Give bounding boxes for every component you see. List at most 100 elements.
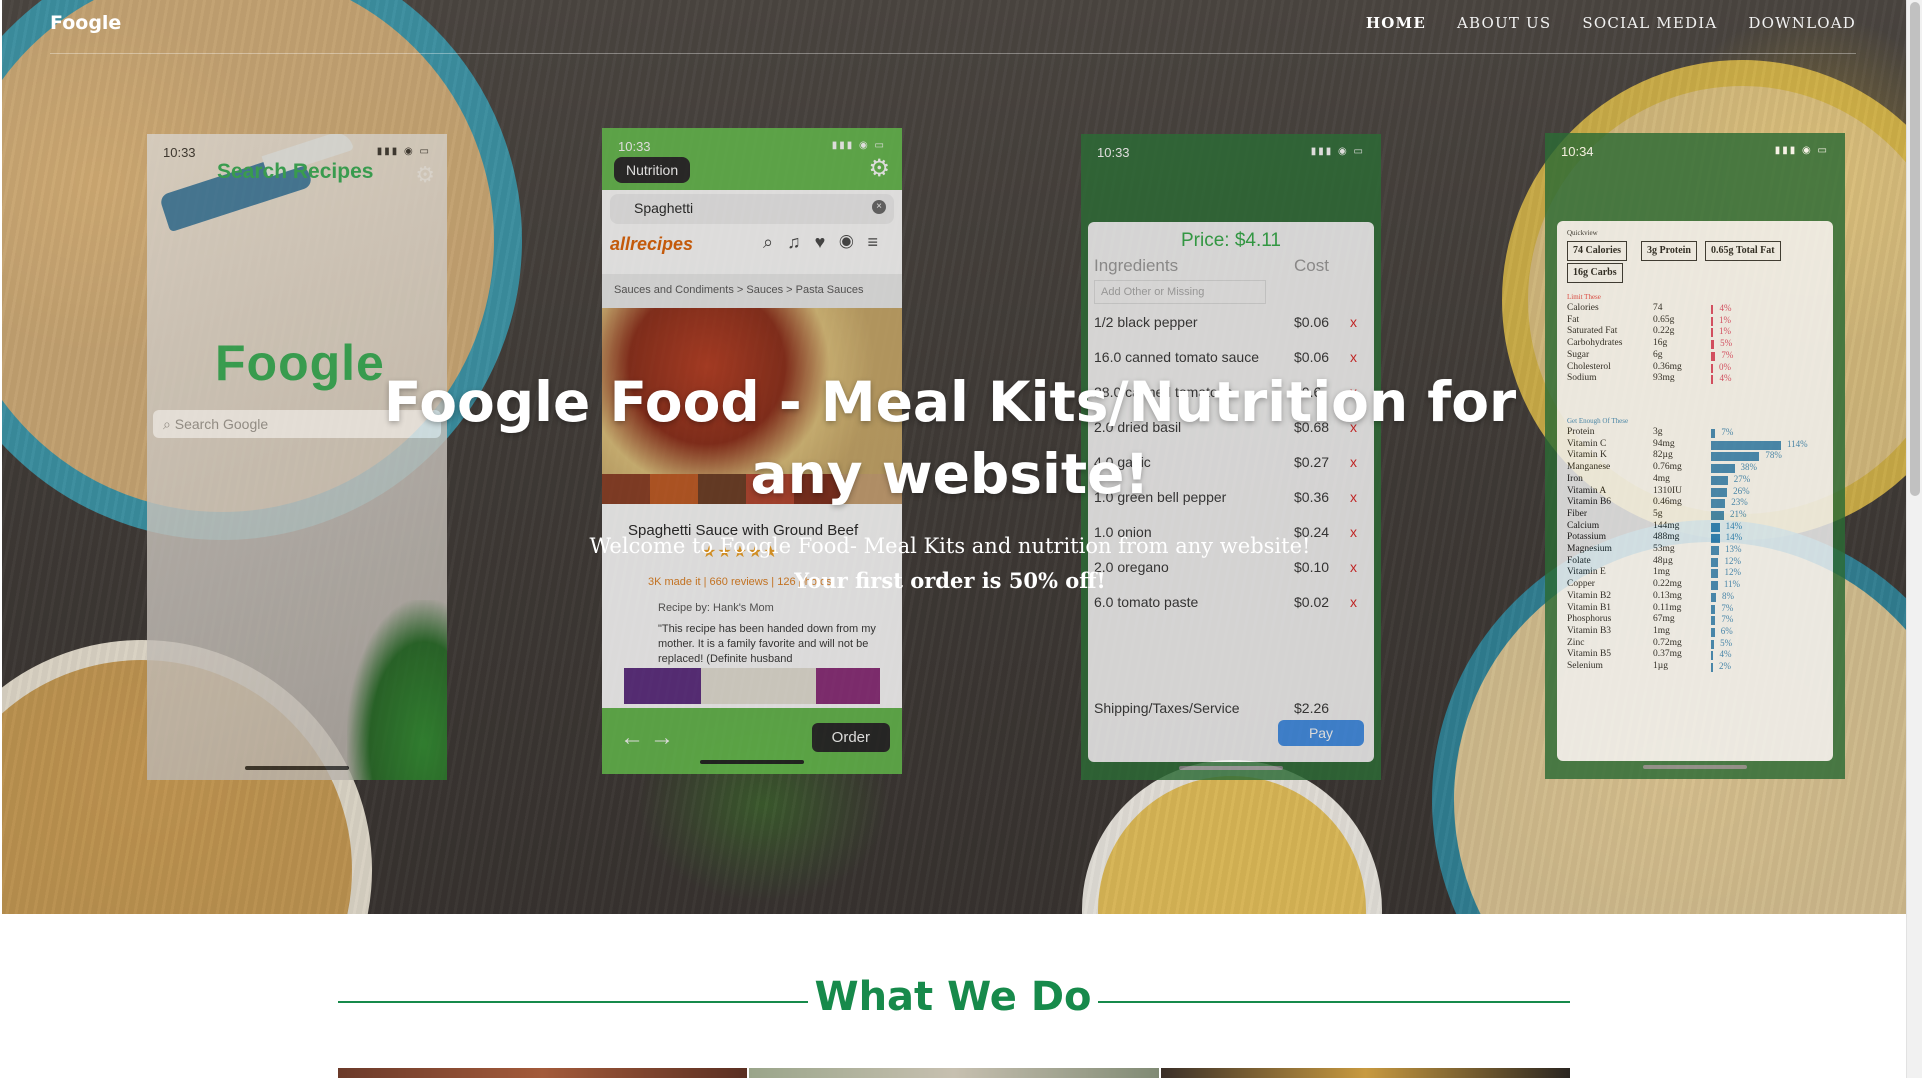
hero-offer: Your first order is 50% off! bbox=[794, 568, 1106, 593]
nutrient-bar bbox=[1711, 305, 1714, 314]
nutrient-percent: 78% bbox=[1765, 450, 1782, 461]
nutrient-name: Phosphorus bbox=[1567, 614, 1612, 625]
nutrient-name: Protein bbox=[1567, 427, 1595, 437]
scrollbar-thumb[interactable] bbox=[1910, 2, 1920, 496]
gallery-image-2[interactable] bbox=[749, 1068, 1159, 1078]
nutrient-bar bbox=[1711, 375, 1714, 385]
search-placeholder: Search Google bbox=[174, 416, 269, 432]
nutrient-percent: 4% bbox=[1719, 303, 1732, 313]
nutrient-name: Vitamin K bbox=[1567, 450, 1607, 461]
nav-home[interactable]: HOME bbox=[1366, 14, 1426, 32]
nutrient-name: Vitamin B1 bbox=[1567, 602, 1612, 613]
home-indicator bbox=[1643, 765, 1747, 769]
carbs-box: 16g Carbs bbox=[1567, 263, 1623, 283]
nav-divider bbox=[50, 53, 1856, 54]
nutrient-name: Vitamin E bbox=[1567, 567, 1606, 578]
ingredient-name: 16.0 canned tomato sauce bbox=[1094, 349, 1260, 365]
enough-label: Get Enough Of These bbox=[1567, 417, 1629, 425]
nutrient-amount: 0.65g bbox=[1653, 314, 1675, 325]
status-bar: 10:33 ▮▮▮ ◉ ▭ bbox=[1081, 134, 1381, 168]
nutrient-percent: 8% bbox=[1721, 590, 1734, 601]
nutrient-name: Vitamin A bbox=[1567, 485, 1607, 496]
nav-about-us[interactable]: ABOUT US bbox=[1457, 14, 1551, 32]
nutrient-amount: 94mg bbox=[1653, 438, 1675, 449]
page-scrollbar[interactable] bbox=[1906, 0, 1922, 1078]
nutrient-percent: 2% bbox=[1719, 661, 1731, 671]
remove-icon: x bbox=[1350, 349, 1357, 365]
gallery-image-3[interactable] bbox=[1160, 1068, 1570, 1078]
clear-icon: × bbox=[872, 200, 886, 214]
nutrient-name: Fiber bbox=[1567, 508, 1588, 519]
price-total: Price: $4.11 bbox=[1181, 230, 1281, 251]
nutrient-bar bbox=[1711, 328, 1713, 338]
nutrient-percent: 1% bbox=[1719, 314, 1731, 325]
nav-download[interactable]: DOWNLOAD bbox=[1748, 14, 1856, 32]
brand-logo[interactable]: Foogle bbox=[50, 12, 121, 34]
nutrient-amount: 0.46mg bbox=[1653, 497, 1682, 508]
hero-subtitle: Welcome to Foogle Food- Meal Kits and nu… bbox=[589, 534, 1311, 558]
nutrient-percent: 11% bbox=[1723, 579, 1740, 590]
nutrient-name: Sodium bbox=[1567, 373, 1597, 384]
nutrient-percent: 7% bbox=[1721, 614, 1734, 625]
nutrient-name: Manganese bbox=[1567, 462, 1611, 473]
nutrient-amount: 5g bbox=[1653, 508, 1663, 519]
site-toolbar-icons: ⌕♫♥◉≡ bbox=[762, 232, 892, 252]
nutrient-amount: 0.36mg bbox=[1653, 361, 1682, 372]
nutrition-button: Nutrition bbox=[614, 157, 691, 183]
top-navbar: Foogle HOME ABOUT US SOCIAL MEDIA DOWNLO… bbox=[0, 0, 1906, 54]
shipping-row: Shipping/Taxes/Service $2.26 bbox=[1094, 700, 1368, 722]
nutrient-amount: 0.72mg bbox=[1653, 637, 1682, 648]
nutrient-name: Saturated Fat bbox=[1567, 326, 1618, 337]
nutrient-amount: 48µg bbox=[1653, 555, 1673, 566]
nutrient-amount: 488mg bbox=[1653, 532, 1680, 543]
nutrient-amount: 67mg bbox=[1653, 614, 1675, 625]
nutrient-bar bbox=[1711, 581, 1718, 591]
nutrient-percent: 14% bbox=[1725, 532, 1743, 543]
nav-social-media[interactable]: SOCIAL MEDIA bbox=[1582, 14, 1717, 32]
nutrient-bar bbox=[1711, 363, 1713, 373]
section-title: What We Do bbox=[814, 974, 1092, 1020]
nutrient-bar bbox=[1711, 440, 1781, 450]
nutrient-amount: 1mg bbox=[1653, 567, 1670, 578]
nutrient-name: Vitamin B6 bbox=[1567, 497, 1612, 508]
protein-box: 3g Protein bbox=[1641, 241, 1697, 261]
nutrient-percent: 5% bbox=[1720, 637, 1733, 648]
nutrient-name: Selenium bbox=[1567, 661, 1603, 671]
nutrient-name: Vitamin C bbox=[1567, 438, 1607, 449]
nutrient-percent: 7% bbox=[1721, 602, 1734, 613]
nutrient-percent: 12% bbox=[1724, 567, 1741, 578]
cost-col: Cost bbox=[1294, 256, 1329, 275]
ingredient-row: 6.0 tomato paste $0.02 x bbox=[1094, 594, 1368, 616]
shipping-cost: $2.26 bbox=[1294, 700, 1330, 716]
nav-links: HOME ABOUT US SOCIAL MEDIA DOWNLOAD bbox=[1366, 14, 1856, 32]
hero-title: Foogle Food - Meal Kits/Nutrition for an… bbox=[383, 370, 1517, 506]
recipe-author: Recipe by: Hank's Mom bbox=[658, 602, 774, 614]
nutrient-name: Copper bbox=[1567, 579, 1595, 590]
nutrient-percent: 4% bbox=[1719, 373, 1732, 384]
ingredient-cost: $0.02 bbox=[1294, 594, 1330, 610]
gear-icon: ⚙ bbox=[868, 155, 890, 182]
nutrient-name: Calcium bbox=[1567, 520, 1600, 531]
ingredient-name: 1/2 black pepper bbox=[1094, 314, 1198, 330]
nutrient-bar bbox=[1711, 663, 1713, 672]
nutrient-bar bbox=[1711, 616, 1716, 626]
shipping-label: Shipping/Taxes/Service bbox=[1094, 700, 1240, 716]
signal-icon: ▮▮▮ ◉ ▭ bbox=[1310, 146, 1365, 157]
nutrient-name: Calories bbox=[1567, 303, 1599, 313]
nutrient-amount: 6g bbox=[1653, 349, 1663, 360]
gallery-image-1[interactable] bbox=[338, 1068, 748, 1078]
nutrient-bar bbox=[1711, 429, 1716, 438]
nutrient-percent: 38% bbox=[1740, 462, 1758, 473]
nutrient-percent: 5% bbox=[1720, 338, 1733, 349]
allrecipes-logo: allrecipes bbox=[610, 234, 694, 254]
section-rule-right bbox=[1098, 1001, 1570, 1003]
home-indicator bbox=[1179, 766, 1283, 770]
gear-icon: ⚙ bbox=[415, 162, 435, 187]
search-recipes-title: Search Recipes bbox=[217, 160, 374, 183]
calories-box: 74 Calories bbox=[1567, 241, 1628, 261]
nutrition-card: Quickview 74 Calories 3g Protein 0.65g T… bbox=[1557, 221, 1833, 761]
nutrient-row: Sodium 93mg 4% bbox=[1567, 373, 1823, 386]
nutrient-name: Vitamin B2 bbox=[1567, 590, 1612, 601]
nutrient-name: Vitamin B5 bbox=[1567, 649, 1612, 660]
nutrient-percent: 27% bbox=[1733, 473, 1751, 484]
